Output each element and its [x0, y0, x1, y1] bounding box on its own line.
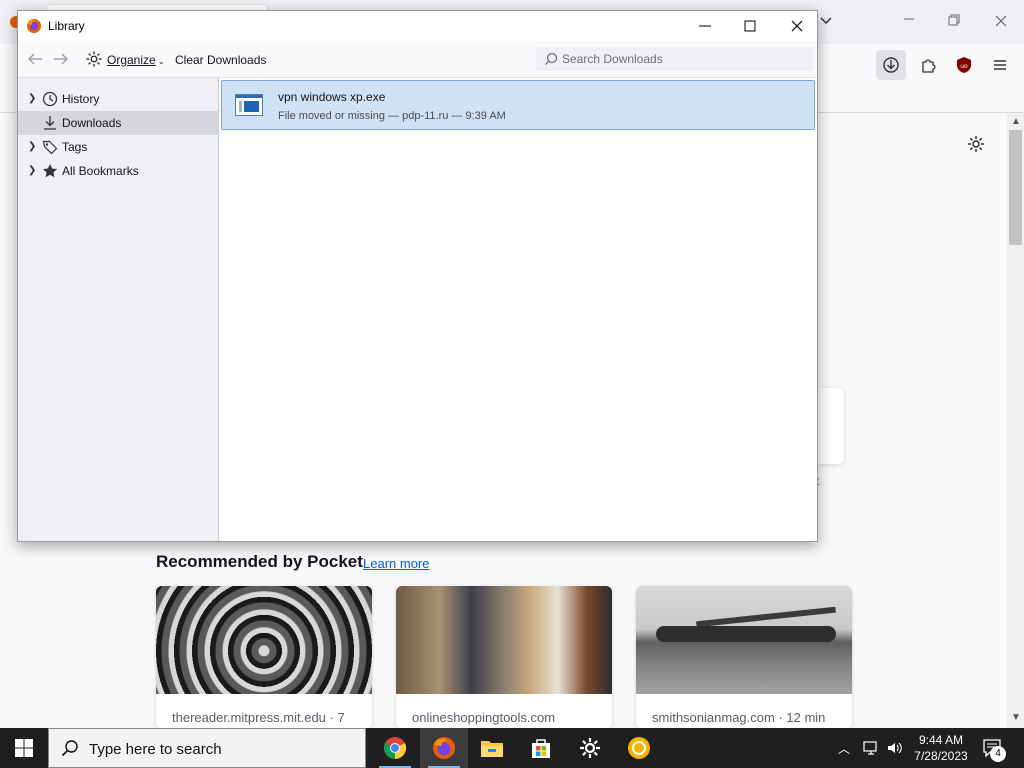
library-window-title: Library [48, 19, 85, 33]
windows-logo-icon [15, 739, 33, 757]
taskbar-app-yellow[interactable] [615, 728, 663, 768]
download-icon [883, 57, 899, 73]
sidebar-item-label: Tags [62, 140, 88, 154]
clock-time: 9:44 AM [918, 733, 964, 747]
organize-gear-icon[interactable] [85, 50, 103, 68]
ublock-shield-icon: uo [957, 57, 971, 73]
taskbar-search-box[interactable]: Type here to search [48, 728, 366, 768]
pocket-learn-more-link[interactable]: Learn more [363, 556, 429, 571]
taskbar-search-placeholder: Type here to search [89, 741, 222, 758]
window-restore-icon[interactable] [948, 14, 960, 26]
downloads-list: vpn windows xp.exe File moved or missing… [219, 78, 817, 541]
volume-icon[interactable] [886, 740, 904, 756]
sidebar-item-history[interactable]: ❯ History [18, 87, 218, 111]
clock-icon [42, 91, 58, 107]
yellow-circle-app-icon [628, 737, 650, 759]
library-close-icon[interactable] [789, 18, 805, 34]
pocket-card-source: onlineshoppingtools.com [412, 710, 556, 725]
organize-label: Organize [107, 53, 156, 67]
tag-icon [42, 140, 58, 155]
chrome-icon [383, 737, 407, 759]
library-titlebar[interactable]: Library [18, 11, 817, 41]
pocket-card-source: thereader.mitpress.mit.edu · 7 [172, 710, 345, 725]
search-downloads-box[interactable] [536, 47, 814, 71]
download-icon [44, 116, 56, 130]
notification-count-badge: 4 [990, 746, 1006, 762]
library-sidebar: ❯ History Downloads ❯ Tags ❯ All Bookmar… [18, 78, 219, 541]
show-hidden-icons-chevron-icon[interactable]: ︿ [838, 740, 850, 757]
app-menu-button[interactable] [985, 50, 1015, 80]
organize-menu-button[interactable]: Organize ⌄ [107, 53, 165, 67]
back-arrow-icon[interactable] [26, 51, 44, 67]
scroll-down-arrow-icon[interactable]: ▼ [1011, 712, 1021, 723]
taskbar-file-explorer[interactable] [468, 728, 516, 768]
library-window: Library Organize ⌄ Clear Downloads ❯ His… [17, 10, 818, 542]
window-minimize-icon[interactable] [902, 12, 916, 26]
scroll-up-arrow-icon[interactable]: ▲ [1011, 116, 1021, 127]
pocket-card-image [636, 586, 852, 694]
expand-chevron-icon[interactable]: ❯ [28, 141, 36, 152]
pocket-card[interactable]: thereader.mitpress.mit.edu · 7 [156, 586, 372, 728]
firefox-logo-icon [27, 19, 41, 33]
list-all-tabs-icon[interactable] [818, 12, 834, 28]
shortcut-tile[interactable] [818, 388, 844, 464]
forward-arrow-icon[interactable] [52, 51, 70, 67]
puzzle-icon [922, 59, 936, 73]
pocket-card[interactable]: onlineshoppingtools.com [396, 586, 612, 728]
pocket-card[interactable]: smithsonianmag.com · 12 min [636, 586, 852, 728]
download-status: File moved or missing — pdp-11.ru — 9:39… [278, 110, 506, 122]
svg-text:uo: uo [960, 63, 968, 70]
sidebar-item-label: Downloads [62, 116, 122, 130]
pocket-card-source: smithsonianmag.com · 12 min [652, 710, 826, 725]
taskbar-chrome[interactable] [371, 728, 419, 768]
exe-file-icon [235, 94, 263, 116]
clear-downloads-button[interactable]: Clear Downloads [175, 53, 266, 67]
scrollbar-thumb[interactable] [1009, 130, 1022, 245]
search-icon [61, 740, 78, 757]
download-item[interactable]: vpn windows xp.exe File moved or missing… [221, 80, 815, 130]
pocket-card-image [396, 586, 612, 694]
expand-chevron-icon[interactable]: ❯ [28, 93, 36, 104]
library-maximize-icon[interactable] [743, 19, 757, 33]
taskbar-microsoft-store[interactable] [517, 728, 565, 768]
expand-chevron-icon[interactable]: ❯ [28, 165, 36, 176]
store-bag-icon [532, 739, 550, 758]
sidebar-item-label: History [62, 92, 100, 106]
download-filename: vpn windows xp.exe [278, 90, 386, 104]
start-button[interactable] [0, 728, 48, 768]
folder-icon [481, 741, 503, 757]
sidebar-item-label: All Bookmarks [62, 164, 139, 178]
window-close-icon[interactable] [994, 14, 1008, 28]
search-icon [545, 52, 558, 65]
customize-newtab-gear-icon[interactable] [966, 134, 986, 154]
library-minimize-icon[interactable] [698, 19, 712, 33]
search-downloads-input[interactable] [562, 50, 806, 68]
clock-date: 7/28/2023 [914, 749, 968, 763]
hamburger-menu-icon [994, 60, 1006, 70]
taskbar-firefox[interactable] [420, 728, 468, 768]
sidebar-item-downloads[interactable]: Downloads [18, 111, 218, 135]
sidebar-item-all-bookmarks[interactable]: ❯ All Bookmarks [18, 159, 218, 183]
ublock-origin-button[interactable]: uo [949, 50, 979, 80]
star-icon [43, 164, 57, 178]
sidebar-item-tags[interactable]: ❯ Tags [18, 135, 218, 159]
pocket-section-title: Recommended by Pocket [156, 552, 363, 571]
pocket-card-image [156, 586, 372, 694]
extensions-button[interactable] [914, 50, 944, 80]
taskbar-clock[interactable]: 9:44 AM 7/28/2023 [906, 732, 976, 764]
firefox-icon [433, 737, 455, 759]
network-icon[interactable] [862, 740, 880, 756]
settings-gear-icon [580, 738, 600, 758]
downloads-button[interactable] [876, 50, 906, 80]
taskbar-settings[interactable] [566, 728, 614, 768]
